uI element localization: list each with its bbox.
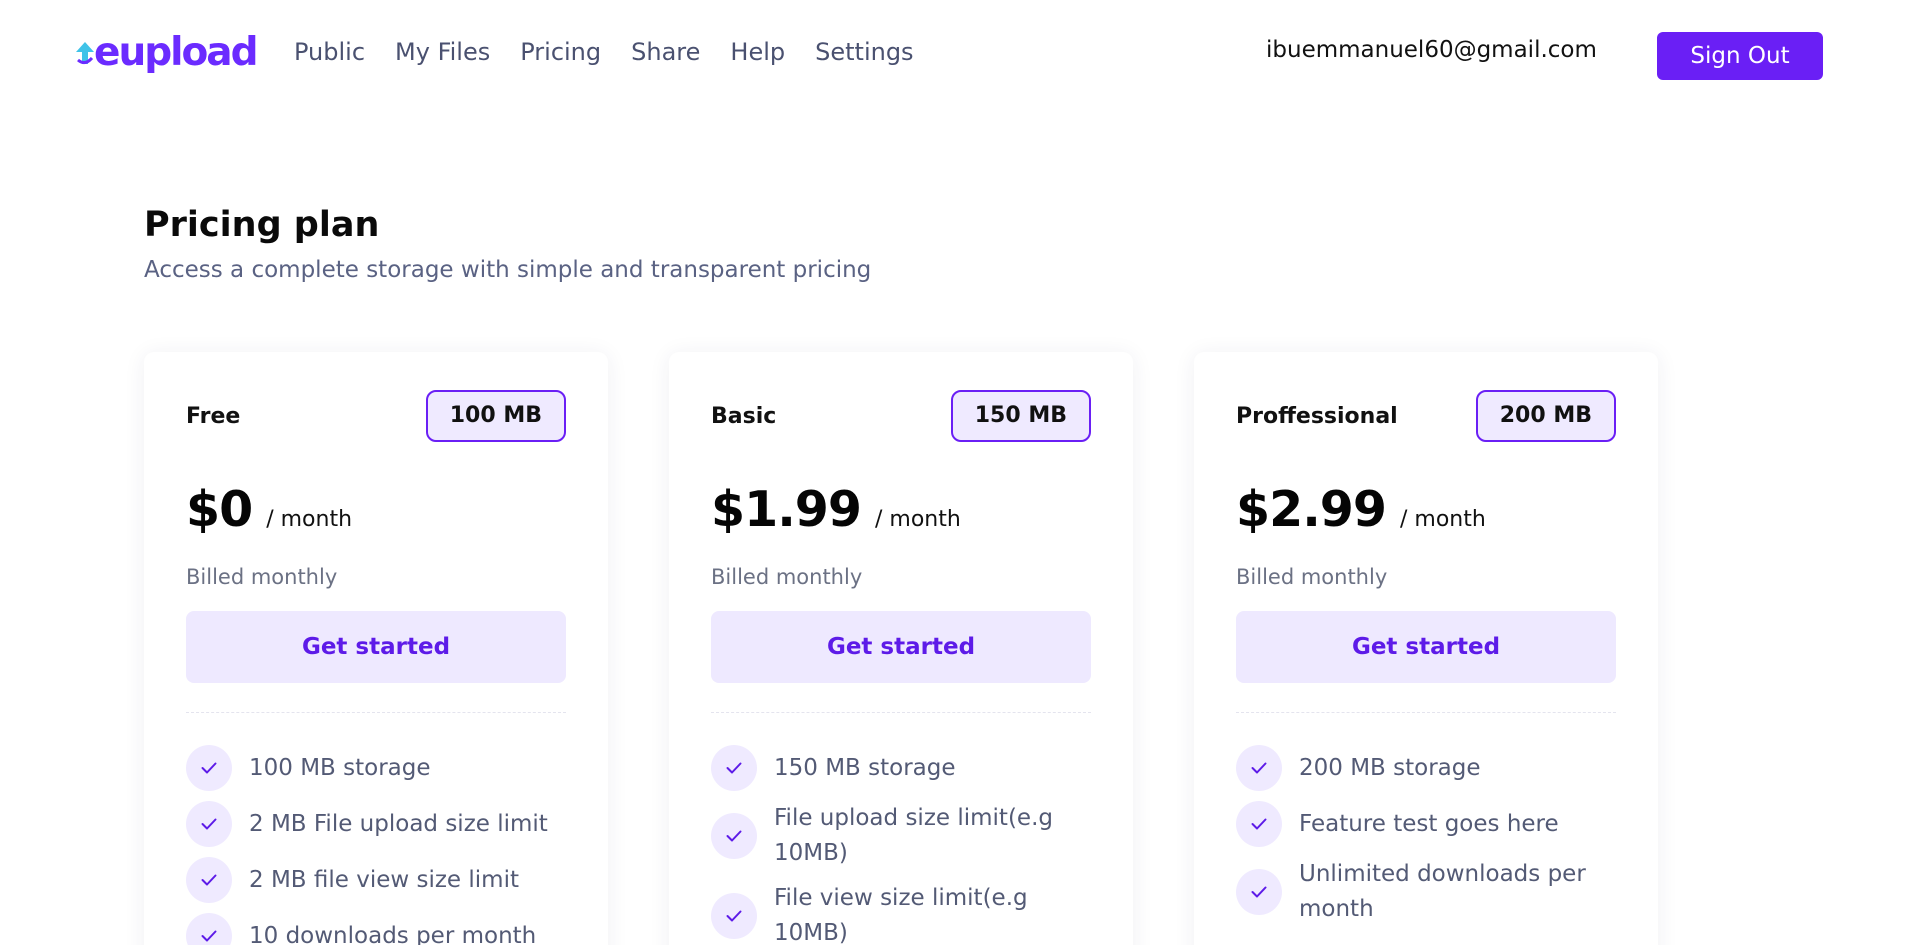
top-navbar: eupload Public My Files Pricing Share He… <box>0 0 1920 110</box>
checkmark-icon <box>186 801 232 847</box>
main-nav: Public My Files Pricing Share Help Setti… <box>294 36 914 68</box>
feature-item: File upload size limit(e.g 10MB) <box>711 801 1091 871</box>
feature-list: 200 MB storage Feature test goes here Un… <box>1236 745 1616 937</box>
feature-item: Feature test goes here <box>1236 801 1616 847</box>
logo-wordmark: eupload <box>94 30 259 75</box>
feature-text: 10 downloads per month <box>249 922 537 945</box>
checkmark-icon <box>1236 745 1282 791</box>
price-row: $0 / month <box>186 480 352 540</box>
price-period: / month <box>875 507 961 532</box>
feature-item: File view size limit(e.g 10MB) <box>711 881 1091 945</box>
plan-name: Free <box>186 404 241 429</box>
feature-item: 200 MB storage <box>1236 745 1616 791</box>
divider <box>186 712 566 713</box>
page-subtitle: Access a complete storage with simple an… <box>144 257 872 283</box>
price-period: / month <box>1400 507 1486 532</box>
storage-size-badge: 100 MB <box>425 390 566 442</box>
storage-size-badge: 200 MB <box>1475 390 1616 442</box>
billing-cycle: Billed monthly <box>711 565 863 589</box>
feature-list: 150 MB storage File upload size limit(e.… <box>711 745 1091 945</box>
plan-price: $1.99 <box>711 481 862 538</box>
nav-help[interactable]: Help <box>730 36 785 68</box>
feature-text: 200 MB storage <box>1299 754 1481 781</box>
nav-public[interactable]: Public <box>294 36 365 68</box>
billing-cycle: Billed monthly <box>1236 565 1388 589</box>
feature-item: 100 MB storage <box>186 745 566 791</box>
billing-cycle: Billed monthly <box>186 565 338 589</box>
plan-card-basic: Basic 150 MB $1.99 / month Billed monthl… <box>669 352 1133 945</box>
checkmark-icon <box>711 745 757 791</box>
feature-item: 2 MB File upload size limit <box>186 801 566 847</box>
feature-item: 10 downloads per month <box>186 913 566 945</box>
plan-price: $0 <box>186 481 253 538</box>
get-started-button[interactable]: Get started <box>186 611 566 683</box>
nav-my-files[interactable]: My Files <box>395 36 490 68</box>
feature-text: Unlimited downloads per month <box>1299 861 1586 922</box>
price-row: $1.99 / month <box>711 480 961 540</box>
checkmark-icon <box>711 813 757 859</box>
divider <box>1236 712 1616 713</box>
feature-text: 2 MB File upload size limit <box>249 810 548 837</box>
feature-text: 150 MB storage <box>774 754 956 781</box>
deupload-logo[interactable]: eupload <box>72 30 259 76</box>
checkmark-icon <box>186 745 232 791</box>
plan-card-free: Free 100 MB $0 / month Billed monthly Ge… <box>144 352 608 945</box>
feature-text: 2 MB file view size limit <box>249 866 519 893</box>
storage-size-badge: 150 MB <box>950 390 1091 442</box>
feature-text: File upload size limit(e.g 10MB) <box>774 805 1053 866</box>
nav-pricing[interactable]: Pricing <box>520 36 601 68</box>
feature-list: 100 MB storage 2 MB File upload size lim… <box>186 745 566 945</box>
checkmark-icon <box>186 857 232 903</box>
nav-share[interactable]: Share <box>631 36 700 68</box>
feature-text: File view size limit(e.g 10MB) <box>774 885 1028 945</box>
plan-name: Proffessional <box>1236 404 1398 429</box>
plan-card-professional: Proffessional 200 MB $2.99 / month Bille… <box>1194 352 1658 945</box>
checkmark-icon <box>1236 801 1282 847</box>
divider <box>711 712 1091 713</box>
nav-settings[interactable]: Settings <box>815 36 913 68</box>
feature-item: Unlimited downloads per month <box>1236 857 1616 927</box>
checkmark-icon <box>1236 869 1282 915</box>
feature-item: 2 MB file view size limit <box>186 857 566 903</box>
checkmark-icon <box>186 913 232 945</box>
plan-name: Basic <box>711 404 777 429</box>
feature-text: Feature test goes here <box>1299 810 1559 837</box>
price-row: $2.99 / month <box>1236 480 1486 540</box>
feature-text: 100 MB storage <box>249 754 431 781</box>
price-period: / month <box>266 507 353 532</box>
checkmark-icon <box>711 893 757 939</box>
page-title: Pricing plan <box>144 205 380 245</box>
get-started-button[interactable]: Get started <box>1236 611 1616 683</box>
sign-out-button[interactable]: Sign Out <box>1657 32 1823 80</box>
plan-price: $2.99 <box>1236 481 1387 538</box>
get-started-button[interactable]: Get started <box>711 611 1091 683</box>
feature-item: 150 MB storage <box>711 745 1091 791</box>
user-email: ibuemmanuel60@gmail.com <box>1266 37 1597 63</box>
